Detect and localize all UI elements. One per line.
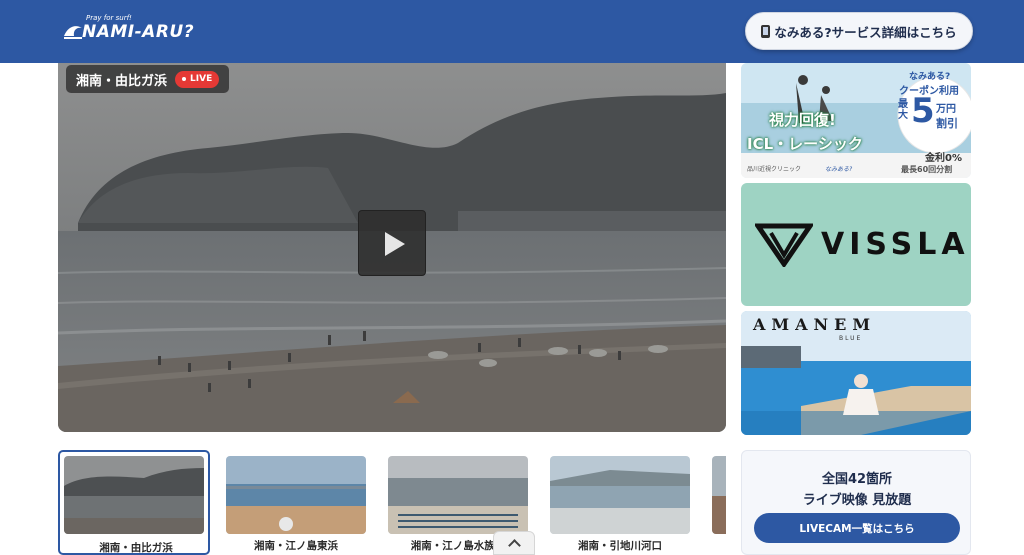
- live-video-player[interactable]: 湘南・由比ガ浜 LIVE: [58, 63, 726, 432]
- lasik-ad-clinic: 品川近視クリニック: [747, 166, 802, 173]
- lasik-ad-badge-off: 割引: [936, 117, 958, 130]
- vissla-ad-banner[interactable]: VISSLA: [741, 183, 971, 306]
- lasik-ad-banner[interactable]: 視力回復! ICL・レーシック なみある? クーポン利用 最大 5 万円 割引 …: [741, 63, 971, 178]
- lasik-ad-installments: 最長60回分割: [901, 165, 953, 174]
- smartphone-icon: [761, 24, 771, 38]
- logo-tagline: Pray for surf!: [86, 14, 132, 22]
- site-logo[interactable]: Pray for surf! NAMI-ARU?: [62, 14, 212, 48]
- amanemu-sub: BLUE: [839, 335, 863, 342]
- camera-thumbnail-strip: 湘南・由比ガ浜 湘南・江ノ島東浜 湘南・江ノ島水族館 湘南・引地川河口: [58, 450, 726, 555]
- wave-logo-icon: [64, 26, 82, 39]
- live-dot-icon: [182, 77, 187, 81]
- livecam-promo-line1: 全国42箇所: [821, 472, 893, 487]
- vissla-logo-icon: [755, 223, 813, 267]
- thumbnail-label: 湘南・引地川河口: [578, 540, 662, 552]
- vissla-brand: VISSLA: [821, 227, 970, 262]
- lasik-ad-partner: なみある?: [825, 166, 853, 173]
- service-details-button[interactable]: なみある?サービス詳細はこちら: [745, 12, 973, 50]
- thumbnail-partial[interactable]: [706, 450, 726, 555]
- thumbnail-image: [550, 456, 690, 534]
- livecam-list-button[interactable]: LIVECAM一覧はこちら: [754, 513, 960, 543]
- lasik-ad-interest: 金利0%: [925, 153, 962, 164]
- lasik-ad-subhead: ICL・レーシック: [747, 135, 863, 153]
- camera-location-name: 湘南・由比ガ浜: [76, 73, 168, 89]
- lasik-ad-badge-unit: 万円: [936, 104, 956, 115]
- amanemu-ad-banner[interactable]: AMANEM BLUE: [741, 311, 971, 435]
- thumbnail-image: [64, 456, 204, 534]
- thumbnail-label: 湘南・由比ガ浜: [99, 542, 173, 554]
- thumbnail-yuigahama[interactable]: 湘南・由比ガ浜: [58, 450, 210, 555]
- thumbnail-image: [712, 456, 726, 534]
- site-header: Pray for surf! NAMI-ARU? なみある?サービス詳細はこちら: [0, 0, 1024, 63]
- thumbnail-hikichigawa[interactable]: 湘南・引地川河口: [544, 450, 696, 555]
- livecam-promo: 全国42箇所 ライブ映像 見放題 LIVECAM一覧はこちら: [741, 450, 971, 555]
- lasik-ad-badge-number: 5: [911, 91, 935, 131]
- thumbnail-image: [226, 456, 366, 534]
- thumbnail-label: 湘南・江ノ島東浜: [254, 540, 338, 552]
- logo-text: NAMI-ARU?: [82, 22, 195, 42]
- livecam-promo-line2: ライブ映像 見放題: [802, 493, 912, 508]
- camera-location-label: 湘南・由比ガ浜 LIVE: [66, 65, 230, 93]
- scroll-to-top-button[interactable]: [493, 531, 535, 555]
- play-button[interactable]: [358, 210, 426, 276]
- service-details-label: なみある?サービス詳細はこちら: [774, 24, 957, 40]
- thumbnail-image: [388, 456, 528, 534]
- amanemu-brand: AMANEM: [753, 315, 877, 334]
- thumbnail-enoshima-higashihama[interactable]: 湘南・江ノ島東浜: [220, 450, 372, 555]
- live-badge-text: LIVE: [190, 74, 213, 84]
- lasik-ad-badge-top: なみある?: [909, 72, 951, 82]
- lasik-ad-badge-max: 最大: [898, 99, 908, 121]
- lasik-ad-headline: 視力回復!: [769, 111, 836, 129]
- live-badge: LIVE: [175, 70, 220, 88]
